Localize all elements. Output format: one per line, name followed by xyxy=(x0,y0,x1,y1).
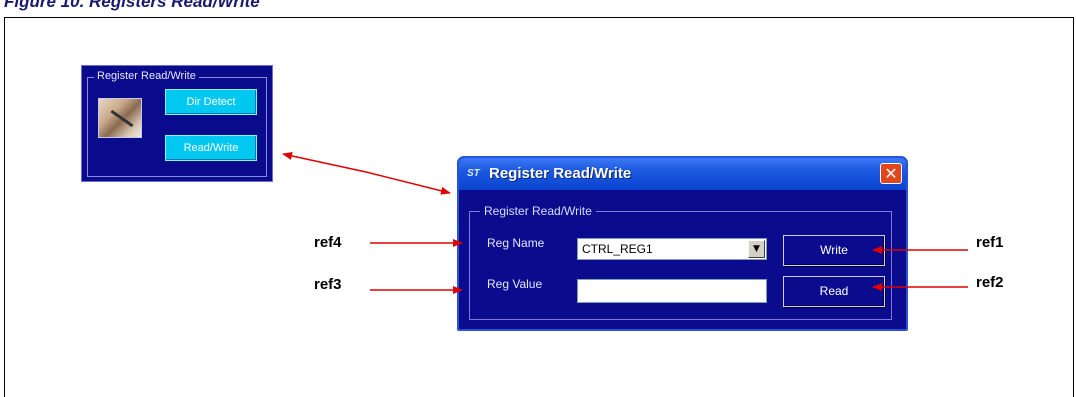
arrow-panel-to-dialog xyxy=(282,151,367,173)
annotation-arrows xyxy=(282,151,968,294)
arrow-panel-to-dialog-tail xyxy=(365,171,451,195)
